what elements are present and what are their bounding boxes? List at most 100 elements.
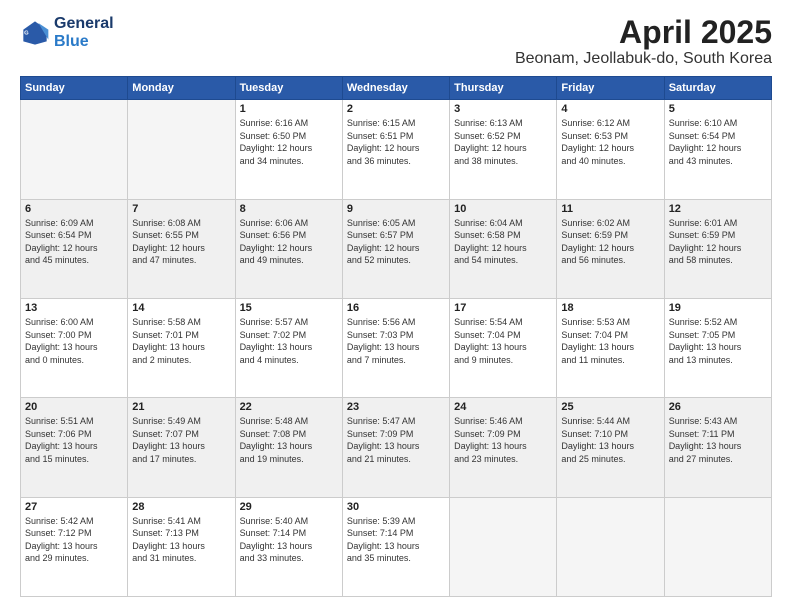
day-number: 1 bbox=[240, 103, 338, 115]
day-number: 3 bbox=[454, 103, 552, 115]
day-info: Sunrise: 5:46 AM Sunset: 7:09 PM Dayligh… bbox=[454, 415, 552, 465]
page: G General Blue April 2025 Beonam, Jeolla… bbox=[0, 0, 792, 612]
day-info: Sunrise: 5:54 AM Sunset: 7:04 PM Dayligh… bbox=[454, 316, 552, 366]
day-info: Sunrise: 6:00 AM Sunset: 7:00 PM Dayligh… bbox=[25, 316, 123, 366]
day-number: 28 bbox=[132, 501, 230, 513]
table-row: 1Sunrise: 6:16 AM Sunset: 6:50 PM Daylig… bbox=[235, 100, 342, 199]
day-number: 6 bbox=[25, 203, 123, 215]
day-info: Sunrise: 5:48 AM Sunset: 7:08 PM Dayligh… bbox=[240, 415, 338, 465]
table-row: 2 Sunrise: 6:15 AM Sunset: 6:51 PM Daylig… bbox=[342, 100, 449, 199]
day-info: Sunrise: 6:04 AM Sunset: 6:58 PM Dayligh… bbox=[454, 217, 552, 267]
table-row: 19 Sunrise: 5:52 AM Sunset: 7:05 PM Dayli… bbox=[664, 298, 771, 397]
day-info: Sunrise: 6:12 AM Sunset: 6:53 PM Dayligh… bbox=[561, 117, 659, 167]
table-row bbox=[128, 100, 235, 199]
day-number: 22 bbox=[240, 401, 338, 413]
day-number: 12 bbox=[669, 203, 767, 215]
table-row: 29 Sunrise: 5:40 AM Sunset: 7:14 PM Dayli… bbox=[235, 497, 342, 596]
day-info: Sunrise: 5:47 AM Sunset: 7:09 PM Dayligh… bbox=[347, 415, 445, 465]
day-info: Sunrise: 5:58 AM Sunset: 7:01 PM Dayligh… bbox=[132, 316, 230, 366]
table-row: 16 Sunrise: 5:56 AM Sunset: 7:03 PM Dayli… bbox=[342, 298, 449, 397]
day-info: Sunrise: 5:43 AM Sunset: 7:11 PM Dayligh… bbox=[669, 415, 767, 465]
day-number: 16 bbox=[347, 302, 445, 314]
day-info: Sunrise: 5:39 AM Sunset: 7:14 PM Dayligh… bbox=[347, 515, 445, 565]
day-info: Sunrise: 5:44 AM Sunset: 7:10 PM Dayligh… bbox=[561, 415, 659, 465]
location-title: Beonam, Jeollabuk-do, South Korea bbox=[515, 50, 772, 68]
day-info: Sunrise: 5:53 AM Sunset: 7:04 PM Dayligh… bbox=[561, 316, 659, 366]
day-number: 15 bbox=[240, 302, 338, 314]
table-row: 10 Sunrise: 6:04 AM Sunset: 6:58 PM Dayli… bbox=[450, 199, 557, 298]
table-row: 17 Sunrise: 5:54 AM Sunset: 7:04 PM Dayli… bbox=[450, 298, 557, 397]
day-info: Sunrise: 5:51 AM Sunset: 7:06 PM Dayligh… bbox=[25, 415, 123, 465]
day-number: 4 bbox=[561, 103, 659, 115]
day-info: Sunrise: 5:40 AM Sunset: 7:14 PM Dayligh… bbox=[240, 515, 338, 565]
day-info: Sunrise: 5:52 AM Sunset: 7:05 PM Dayligh… bbox=[669, 316, 767, 366]
day-number: 29 bbox=[240, 501, 338, 513]
title-block: April 2025 Beonam, Jeollabuk-do, South K… bbox=[515, 15, 772, 68]
logo-text: General Blue bbox=[54, 15, 114, 51]
table-row: 25 Sunrise: 5:44 AM Sunset: 7:10 PM Dayli… bbox=[557, 398, 664, 497]
day-info: Sunrise: 6:01 AM Sunset: 6:59 PM Dayligh… bbox=[669, 217, 767, 267]
day-info: Sunrise: 5:42 AM Sunset: 7:12 PM Dayligh… bbox=[25, 515, 123, 565]
day-number: 18 bbox=[561, 302, 659, 314]
table-row: 14 Sunrise: 5:58 AM Sunset: 7:01 PM Dayli… bbox=[128, 298, 235, 397]
table-row: 24Sunrise: 5:46 AM Sunset: 7:09 PM Dayli… bbox=[450, 398, 557, 497]
day-info: Sunrise: 5:56 AM Sunset: 7:03 PM Dayligh… bbox=[347, 316, 445, 366]
header: G General Blue April 2025 Beonam, Jeolla… bbox=[20, 15, 772, 68]
day-info: Sunrise: 6:09 AM Sunset: 6:54 PM Dayligh… bbox=[25, 217, 123, 267]
day-info: Sunrise: 5:49 AM Sunset: 7:07 PM Dayligh… bbox=[132, 415, 230, 465]
day-number: 13 bbox=[25, 302, 123, 314]
table-row: 22 Sunrise: 5:48 AM Sunset: 7:08 PM Dayli… bbox=[235, 398, 342, 497]
day-info: Sunrise: 6:15 AM Sunset: 6:51 PM Dayligh… bbox=[347, 117, 445, 167]
table-row: 21Sunrise: 5:49 AM Sunset: 7:07 PM Dayli… bbox=[128, 398, 235, 497]
col-wednesday: Wednesday bbox=[342, 77, 449, 100]
table-row: 6 Sunrise: 6:09 AM Sunset: 6:54 PM Daylig… bbox=[21, 199, 128, 298]
day-info: Sunrise: 6:13 AM Sunset: 6:52 PM Dayligh… bbox=[454, 117, 552, 167]
table-row: 5Sunrise: 6:10 AM Sunset: 6:54 PM Daylig… bbox=[664, 100, 771, 199]
calendar-header-row: Sunday Monday Tuesday Wednesday Thursday… bbox=[21, 77, 772, 100]
table-row: 30 Sunrise: 5:39 AM Sunset: 7:14 PM Dayli… bbox=[342, 497, 449, 596]
table-row: 26 Sunrise: 5:43 AM Sunset: 7:11 PM Dayli… bbox=[664, 398, 771, 497]
day-number: 19 bbox=[669, 302, 767, 314]
table-row: 3 Sunrise: 6:13 AM Sunset: 6:52 PM Daylig… bbox=[450, 100, 557, 199]
table-row: 20Sunrise: 5:51 AM Sunset: 7:06 PM Dayli… bbox=[21, 398, 128, 497]
day-info: Sunrise: 5:57 AM Sunset: 7:02 PM Dayligh… bbox=[240, 316, 338, 366]
logo-icon: G bbox=[20, 18, 50, 48]
month-title: April 2025 bbox=[515, 15, 772, 50]
day-number: 7 bbox=[132, 203, 230, 215]
table-row bbox=[664, 497, 771, 596]
table-row: 9Sunrise: 6:05 AM Sunset: 6:57 PM Daylig… bbox=[342, 199, 449, 298]
day-number: 10 bbox=[454, 203, 552, 215]
svg-text:G: G bbox=[24, 31, 29, 37]
table-row: 12 Sunrise: 6:01 AM Sunset: 6:59 PM Dayli… bbox=[664, 199, 771, 298]
day-number: 8 bbox=[240, 203, 338, 215]
logo: G General Blue bbox=[20, 15, 114, 51]
table-row: 15 Sunrise: 5:57 AM Sunset: 7:02 PM Dayli… bbox=[235, 298, 342, 397]
day-info: Sunrise: 5:41 AM Sunset: 7:13 PM Dayligh… bbox=[132, 515, 230, 565]
calendar-table: Sunday Monday Tuesday Wednesday Thursday… bbox=[20, 76, 772, 597]
day-number: 17 bbox=[454, 302, 552, 314]
day-info: Sunrise: 6:08 AM Sunset: 6:55 PM Dayligh… bbox=[132, 217, 230, 267]
day-number: 14 bbox=[132, 302, 230, 314]
day-number: 23 bbox=[347, 401, 445, 413]
day-number: 30 bbox=[347, 501, 445, 513]
day-number: 11 bbox=[561, 203, 659, 215]
day-number: 26 bbox=[669, 401, 767, 413]
table-row: 28 Sunrise: 5:41 AM Sunset: 7:13 PM Dayli… bbox=[128, 497, 235, 596]
table-row: 7 Sunrise: 6:08 AM Sunset: 6:55 PM Daylig… bbox=[128, 199, 235, 298]
day-info: Sunrise: 6:10 AM Sunset: 6:54 PM Dayligh… bbox=[669, 117, 767, 167]
col-sunday: Sunday bbox=[21, 77, 128, 100]
table-row bbox=[21, 100, 128, 199]
col-friday: Friday bbox=[557, 77, 664, 100]
table-row: 27 Sunrise: 5:42 AM Sunset: 7:12 PM Dayli… bbox=[21, 497, 128, 596]
day-number: 27 bbox=[25, 501, 123, 513]
day-number: 25 bbox=[561, 401, 659, 413]
col-tuesday: Tuesday bbox=[235, 77, 342, 100]
table-row: 11Sunrise: 6:02 AM Sunset: 6:59 PM Dayli… bbox=[557, 199, 664, 298]
table-row: 4 Sunrise: 6:12 AM Sunset: 6:53 PM Daylig… bbox=[557, 100, 664, 199]
day-info: Sunrise: 6:05 AM Sunset: 6:57 PM Dayligh… bbox=[347, 217, 445, 267]
col-thursday: Thursday bbox=[450, 77, 557, 100]
day-number: 2 bbox=[347, 103, 445, 115]
table-row: 18 Sunrise: 5:53 AM Sunset: 7:04 PM Dayli… bbox=[557, 298, 664, 397]
table-row bbox=[450, 497, 557, 596]
day-info: Sunrise: 6:06 AM Sunset: 6:56 PM Dayligh… bbox=[240, 217, 338, 267]
